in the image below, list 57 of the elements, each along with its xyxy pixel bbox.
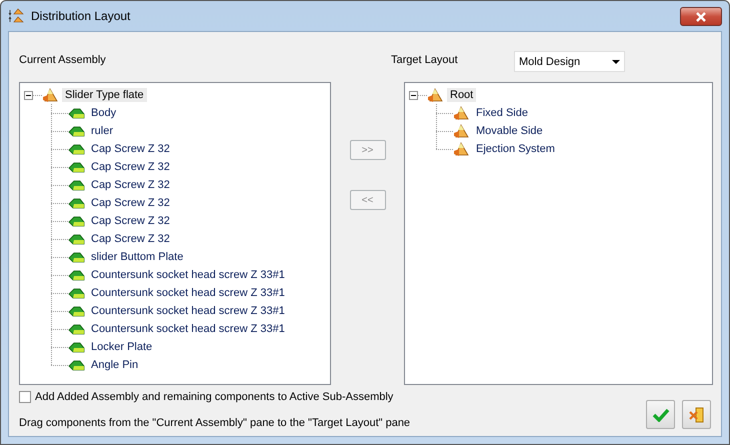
part-icon — [68, 234, 85, 244]
tree-item[interactable]: Countersunk socket head screw Z 33#1 — [88, 304, 288, 318]
checkmark-icon — [652, 408, 670, 422]
tree-item[interactable]: Cap Screw Z 32 — [88, 232, 173, 246]
tree-item[interactable]: Countersunk socket head screw Z 33#1 — [88, 286, 288, 300]
pane-label: Current Assembly — [19, 53, 107, 68]
tree-item[interactable]: Fixed Side — [473, 106, 531, 120]
tree-item[interactable]: Body — [88, 106, 120, 120]
part-icon — [68, 342, 85, 352]
close-icon — [694, 12, 708, 22]
tree-item[interactable]: Countersunk socket head screw Z 33#1 — [88, 268, 288, 282]
tree-item[interactable]: Ejection System — [473, 142, 558, 156]
part-icon — [68, 126, 85, 136]
part-icon — [68, 288, 85, 298]
part-icon — [68, 216, 85, 226]
part-icon — [68, 162, 85, 172]
part-icon — [68, 144, 85, 154]
tree-item[interactable]: ruler — [88, 124, 116, 138]
tree-item[interactable]: Cap Screw Z 32 — [88, 160, 173, 174]
hint-text: Drag components from the "Current Assembly" pane to the "Target Layout" pane — [19, 417, 410, 429]
assembly-icon — [42, 88, 59, 102]
tree-item[interactable]: Slider Type flate — [62, 88, 147, 102]
part-icon — [68, 324, 85, 334]
checkbox[interactable] — [19, 391, 31, 403]
assembly-icon — [453, 124, 470, 138]
tree-item[interactable]: slider Buttom Plate — [88, 250, 186, 264]
tree-item[interactable]: Cap Screw Z 32 — [88, 178, 173, 192]
part-icon — [68, 180, 85, 190]
ok-button[interactable] — [646, 400, 675, 429]
tree-item[interactable]: Cap Screw Z 32 — [88, 196, 173, 210]
tree-item[interactable]: Countersunk socket head screw Z 33#1 — [88, 322, 288, 336]
assembly-icon — [453, 142, 470, 156]
part-icon — [68, 108, 85, 118]
collapse-toggle-icon[interactable] — [24, 90, 33, 100]
collapse-toggle-icon[interactable] — [409, 90, 418, 100]
part-icon — [68, 270, 85, 280]
part-icon — [68, 198, 85, 208]
exit-door-icon — [686, 404, 706, 424]
app-icon — [8, 8, 25, 24]
part-icon — [68, 360, 85, 370]
checkbox-label: Add Added Assembly and remaining components to Active Sub-Assembly — [35, 391, 394, 403]
assembly-icon — [427, 88, 444, 102]
tree-item[interactable]: Movable Side — [473, 124, 546, 138]
cancel-button[interactable] — [682, 400, 711, 429]
part-icon — [68, 252, 85, 262]
close-button[interactable] — [680, 7, 722, 26]
pane-label: Target Layout — [391, 53, 458, 68]
layout-dropdown[interactable]: Mold Design — [514, 51, 625, 72]
window-title: Distribution Layout — [31, 9, 130, 23]
tree-item[interactable]: Cap Screw Z 32 — [88, 142, 173, 156]
part-icon — [68, 306, 85, 316]
tree-item[interactable]: Angle Pin — [88, 358, 142, 372]
tree-item[interactable]: Root — [447, 88, 476, 102]
tree-item[interactable]: Locker Plate — [88, 340, 156, 354]
tree-item[interactable]: Cap Screw Z 32 — [88, 214, 173, 228]
dropdown-arrow-icon — [612, 60, 620, 64]
assembly-icon — [453, 106, 470, 120]
